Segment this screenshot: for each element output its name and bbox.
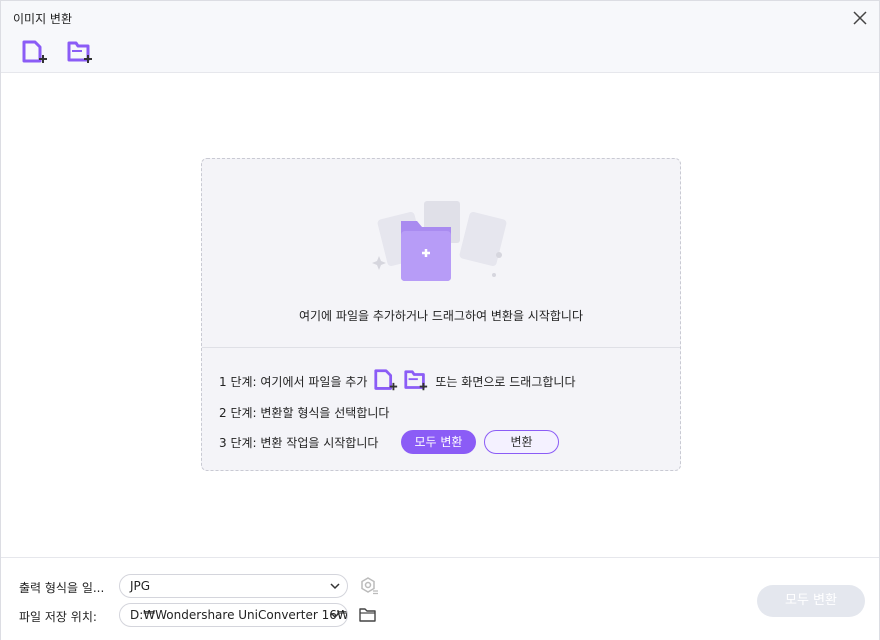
title-bar: 이미지 변환: [1, 1, 879, 73]
step-2-text: 2 단계: 변환할 형식을 선택합니다: [219, 406, 390, 420]
chevron-down-icon: [330, 612, 340, 619]
save-location-label: 파일 저장 위치:: [19, 610, 97, 624]
step-2: 2 단계: 변환할 형식을 선택합니다: [219, 404, 389, 421]
add-folder-icon: [67, 41, 92, 63]
drop-hint-text: 여기에 파일을 추가하거나 드래그하여 변환을 시작합니다: [298, 309, 584, 323]
chevron-down-icon: [330, 583, 340, 590]
step-1-text: 1 단계: 여기에서 파일을 추가: [219, 374, 368, 389]
close-icon: [853, 11, 867, 25]
add-folder-icon[interactable]: [403, 368, 429, 394]
add-file-button[interactable]: [21, 39, 49, 67]
format-settings-button[interactable]: [359, 576, 379, 596]
step-3-text: 3 단계: 변환 작업을 시작합니다: [219, 436, 379, 450]
add-file-icon[interactable]: [373, 368, 399, 394]
settings-icon: [361, 577, 378, 595]
dropzone-divider: [202, 347, 680, 348]
convert-step-button[interactable]: 변환: [484, 430, 559, 454]
step-3: 3 단계: 변환 작업을 시작합니다: [219, 434, 378, 451]
step-1: 1 단계: 여기에서 파일을 추가 또는 화면으로 드래그합니다: [219, 368, 576, 394]
folder-icon: [359, 608, 376, 622]
open-folder-button[interactable]: [358, 605, 378, 625]
image-converter-window: 이미지 변환 여기에 파일을 추가하거나 드래그하여 변환을 시작합니다 1 단…: [0, 0, 880, 640]
save-location-value: D:₩Wondershare UniConverter 16₩: [130, 608, 348, 622]
add-file-icon: [22, 40, 47, 63]
output-format-select[interactable]: JPG: [119, 574, 348, 598]
convert-all-button[interactable]: 모두 변환: [757, 585, 865, 617]
add-folder-button[interactable]: [66, 39, 94, 67]
footer-bar: 출력 형식을 일... JPG 파일 저장 위치: D:₩Wondershare…: [1, 557, 879, 640]
drop-zone[interactable]: 여기에 파일을 추가하거나 드래그하여 변환을 시작합니다 1 단계: 여기에서…: [201, 158, 681, 471]
folder-illustration: [372, 197, 512, 287]
window-title: 이미지 변환: [13, 12, 73, 26]
step-1-suffix: 또는 화면으로 드래그합니다: [435, 374, 576, 389]
output-format-label: 출력 형식을 일...: [19, 581, 105, 595]
output-format-value: JPG: [130, 579, 151, 593]
convert-all-step-button[interactable]: 모두 변환: [401, 430, 476, 454]
save-location-select[interactable]: D:₩Wondershare UniConverter 16₩: [119, 603, 348, 627]
close-button[interactable]: [851, 9, 869, 27]
